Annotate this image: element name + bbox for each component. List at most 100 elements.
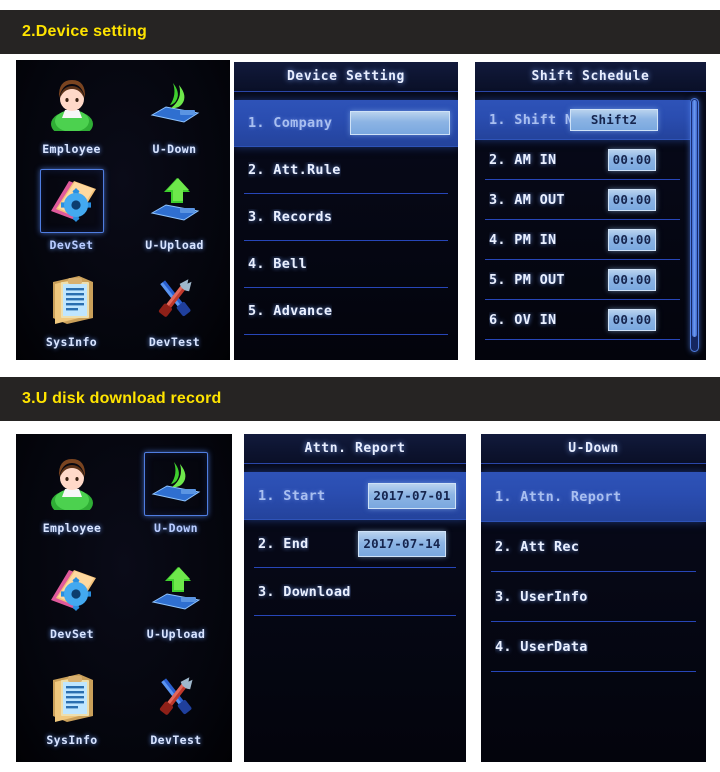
menu-row[interactable]: 2. Att Rec — [491, 522, 696, 572]
menu-row-label: 4. Bell — [248, 256, 307, 272]
menu-row-value-field[interactable] — [350, 111, 450, 135]
menu-row[interactable]: 3. Download — [254, 568, 456, 616]
menu-row[interactable]: 3. UserInfo — [491, 572, 696, 622]
scrollbar-thumb[interactable] — [692, 100, 697, 337]
menu-icon-label: U-Upload — [145, 238, 204, 253]
u-upload-icon — [143, 169, 207, 233]
menu-row-label: 1. Start — [258, 487, 326, 504]
menu-row[interactable]: 4. PM IN 00:00 — [485, 220, 680, 260]
icon-grid-bottom: Employee U-Down DevSet U-Upload SysInfo … — [16, 434, 232, 762]
menu-row-value-field[interactable]: 00:00 — [608, 308, 656, 331]
menu-icon-u-down[interactable]: U-Down — [123, 66, 226, 163]
menu-icon-sysinfo[interactable]: SysInfo — [20, 652, 124, 758]
menu-row[interactable]: 4. UserData — [491, 622, 696, 672]
menu-list-u-down: 1. Attn. Report 2. Att Rec 3. UserInfo 4. U… — [481, 464, 706, 672]
menu-row[interactable]: 1. Shift Nam Shift2 — [475, 100, 690, 140]
menu-row[interactable]: 2. AM IN 00:00 — [485, 140, 680, 180]
menu-row-label: 5. Advance — [248, 303, 333, 319]
menu-icon-label: DevSet — [49, 238, 94, 253]
menu-row[interactable]: 3. Records — [244, 194, 448, 241]
menu-icon-devset[interactable]: DevSet — [20, 546, 124, 652]
menu-icon-label: U-Down — [154, 520, 198, 535]
menu-row[interactable]: 5. PM OUT 00:00 — [485, 260, 680, 300]
menu-row-value-field[interactable]: 00:00 — [608, 228, 656, 251]
menu-titlebar-attn-report: Attn. Report — [244, 434, 466, 464]
menu-row[interactable]: 5. Advance — [244, 288, 448, 335]
menu-icon-devset[interactable]: DevSet — [20, 163, 123, 260]
device-screen-attn-report[interactable]: Attn. Report 1. Start 2017-07-01 2. End 201… — [244, 434, 466, 762]
menu-icon-label: SysInfo — [45, 335, 98, 350]
device-setting-icon — [40, 558, 104, 622]
menu-icon-devtest[interactable]: DevTest — [124, 652, 228, 758]
menu-list-shift-schedule: 1. Shift Nam Shift2 2. AM IN 00:00 3. AM OUT… — [475, 92, 706, 340]
employee-icon — [40, 452, 104, 516]
device-test-icon — [144, 664, 208, 728]
system-info-icon — [40, 266, 104, 330]
menu-icon-employee[interactable]: Employee — [20, 440, 124, 546]
menu-icon-employee[interactable]: Employee — [20, 66, 123, 163]
menu-icon-label: Employee — [42, 520, 102, 535]
menu-row-label: 1. Attn. Report — [495, 488, 622, 505]
menu-row-label: 3. UserInfo — [495, 588, 588, 605]
employee-icon — [40, 73, 104, 137]
menu-title-text: Shift Schedule — [531, 69, 650, 84]
menu-row-value-field[interactable]: Shift2 — [570, 108, 658, 131]
menu-icon-u-upload[interactable]: U-Upload — [124, 546, 228, 652]
menu-icon-label: Employee — [42, 141, 101, 156]
menu-row-value-field[interactable]: 00:00 — [608, 268, 656, 291]
menu-row-label: 6. OV IN — [489, 311, 557, 328]
menu-icon-u-upload[interactable]: U-Upload — [123, 163, 226, 260]
menu-icon-label: DevSet — [50, 626, 94, 641]
menu-row[interactable]: 2. End 2017-07-14 — [254, 520, 456, 568]
device-screen-device-setting[interactable]: Device Setting 1. Company 2. Att.Rule 3. R… — [234, 62, 458, 360]
menu-title-text: Device Setting — [287, 69, 405, 84]
menu-row[interactable]: 1. Company — [234, 100, 458, 147]
device-test-icon — [143, 266, 207, 330]
menu-row[interactable]: 3. AM OUT 00:00 — [485, 180, 680, 220]
device-screen-shift-schedule[interactable]: Shift Schedule 1. Shift Nam Shift2 2. AM I… — [475, 62, 706, 360]
menu-row-value-field[interactable]: 00:00 — [608, 188, 656, 211]
section-header-device-setting: 2.Device setting — [0, 10, 720, 54]
menu-row[interactable]: 6. OV IN 00:00 — [485, 300, 680, 340]
menu-row[interactable]: 1. Attn. Report — [481, 472, 706, 522]
menu-title-text: U-Down — [568, 441, 619, 456]
menu-row[interactable]: 4. Bell — [244, 241, 448, 288]
u-download-icon — [144, 451, 208, 516]
menu-icon-u-down[interactable]: U-Down — [124, 440, 228, 546]
menu-icon-label: U-Upload — [146, 626, 206, 641]
menu-titlebar-shift-schedule: Shift Schedule — [475, 62, 706, 92]
menu-row-label: 2. AM IN — [489, 151, 557, 168]
menu-row[interactable]: 1. Start 2017-07-01 — [244, 472, 466, 520]
menu-row-label: 5. PM OUT — [489, 271, 565, 288]
menu-icon-label: U-Down — [152, 141, 197, 156]
menu-icon-devtest[interactable]: DevTest — [123, 259, 226, 356]
device-setting-icon — [39, 169, 104, 234]
menu-icon-sysinfo[interactable]: SysInfo — [20, 259, 123, 356]
menu-row-label: 4. UserData — [495, 638, 588, 655]
menu-row-value-field[interactable]: 2017-07-01 — [368, 482, 456, 509]
menu-list-attn-report: 1. Start 2017-07-01 2. End 2017-07-14 3. Dow… — [244, 464, 466, 616]
menu-row-label: 2. Att.Rule — [248, 162, 341, 178]
section-title: 3.U disk download record — [22, 390, 222, 407]
menu-row-label: 2. Att Rec — [495, 538, 580, 555]
menu-list-device-setting: 1. Company 2. Att.Rule 3. Records 4. Bell 5.… — [234, 92, 458, 335]
menu-titlebar-u-down: U-Down — [481, 434, 706, 464]
menu-title-text: Attn. Report — [304, 441, 406, 456]
menu-row-value-field[interactable]: 2017-07-14 — [358, 530, 446, 557]
menu-row-value-field[interactable]: 00:00 — [608, 148, 656, 171]
menu-row[interactable]: 2. Att.Rule — [244, 147, 448, 194]
vertical-scrollbar[interactable] — [690, 98, 699, 352]
menu-row-label: 3. Records — [248, 209, 333, 225]
menu-row-label: 2. End — [258, 535, 309, 552]
device-screen-home-menu-bottom[interactable]: Employee U-Down DevSet U-Upload SysInfo … — [16, 434, 232, 762]
section-header-udisk-download: 3.U disk download record — [0, 377, 720, 421]
system-info-icon — [40, 664, 104, 728]
device-screen-home-menu-top[interactable]: Employee U-Down DevSet U-Upload SysInfo … — [16, 60, 230, 360]
menu-row-label: 1. Company — [248, 115, 333, 131]
icon-grid-top: Employee U-Down DevSet U-Upload SysInfo … — [16, 60, 230, 360]
menu-row-label: 3. AM OUT — [489, 191, 565, 208]
section-title: 2.Device setting — [22, 23, 148, 40]
page-root: 2.Device setting Employee U-Down DevSet … — [0, 0, 720, 772]
u-upload-icon — [144, 558, 208, 622]
device-screen-u-down[interactable]: U-Down 1. Attn. Report 2. Att Rec 3. UserI… — [481, 434, 706, 762]
